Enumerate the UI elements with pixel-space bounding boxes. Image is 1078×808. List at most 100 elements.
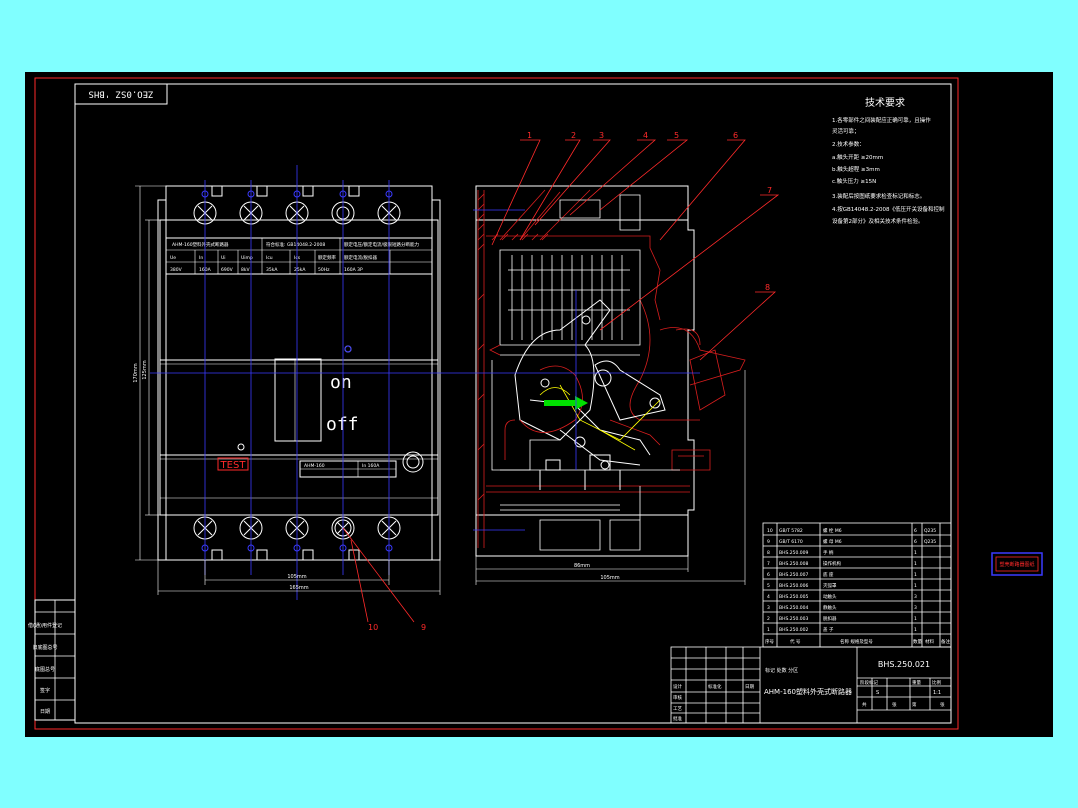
scale-label-weight: 重量 bbox=[912, 679, 921, 686]
bom-header-no: 序号 bbox=[765, 638, 774, 645]
dim-front-inner: 105mm bbox=[287, 574, 306, 580]
bom-cell: 1 bbox=[914, 572, 917, 578]
bom-cell: 5 bbox=[767, 583, 770, 589]
bom-cell: 1 bbox=[914, 583, 917, 589]
plate-r1-c2: In bbox=[199, 255, 203, 261]
bom-cell: 3 bbox=[914, 594, 917, 600]
rating-plate-2: In 160A bbox=[362, 463, 380, 469]
title-block-code: BHS.250.021 bbox=[878, 660, 930, 669]
title-label-process: 工艺 bbox=[673, 706, 682, 712]
dim-side-outer: 105mm bbox=[600, 575, 619, 581]
plate-header-2: 符合标准: GB14048.2-2008 bbox=[266, 241, 325, 248]
tech-req-line-5: b.触头超程 ≥3mm bbox=[832, 165, 880, 173]
dim-side-inner: 86mm bbox=[574, 563, 590, 569]
bom-cell: Q235 bbox=[924, 539, 936, 545]
bom-cell: 1 bbox=[914, 616, 917, 622]
plate-r2-c4: 8kV bbox=[241, 267, 250, 273]
bom-header-material: 材料 bbox=[925, 638, 934, 645]
plate-r2-c1: 380V bbox=[170, 267, 183, 273]
bom-cell: 3 bbox=[914, 605, 917, 611]
bom-header-code: 代 号 bbox=[790, 638, 801, 645]
bom-cell: BHS.250.008 bbox=[779, 561, 809, 567]
title-label-design: 设计 bbox=[673, 683, 682, 690]
bom-cell: 6 bbox=[767, 572, 770, 578]
title-label-date: 日期 bbox=[745, 684, 754, 690]
leader-label-8: 8 bbox=[765, 283, 770, 292]
leader-label-2: 2 bbox=[571, 131, 576, 140]
bom-header-name: 名称 规格及型号 bbox=[840, 638, 873, 645]
scale-label-ratio: 比例 bbox=[932, 679, 941, 686]
bom-cell: BHS.250.005 bbox=[779, 594, 809, 600]
stamp-text: 塑壳断路器图纸 bbox=[999, 561, 1034, 568]
left-strip-3: 底图总号 bbox=[35, 666, 55, 673]
bom-cell: 螺 栓 M6 bbox=[823, 527, 842, 534]
drawing-code-text: ZEO.0SZ 'BHS bbox=[88, 89, 153, 99]
left-strip-1: 借(通)用件登记 bbox=[28, 622, 62, 629]
bom-cell: 盖 子 bbox=[823, 626, 834, 633]
tech-req-line-8: 4.按GB14048.2-2008《低压开关设备和控制 bbox=[832, 205, 945, 213]
sheet-no-label: 第 bbox=[912, 701, 917, 708]
scale-value-stage: S bbox=[876, 690, 879, 696]
bom-cell: 10 bbox=[767, 528, 773, 534]
plate-header-3: 额定电压/额定电流/极限短路分断能力 bbox=[344, 241, 420, 248]
bom-cell: 3 bbox=[767, 605, 770, 611]
tech-req-line-2: 灵活可靠； bbox=[832, 127, 860, 135]
tech-req-line-1: 1.各零部件之间装配应正确可靠，且操作 bbox=[832, 116, 931, 124]
sheet-total-unit: 张 bbox=[892, 701, 897, 708]
left-strip-4: 签字 bbox=[40, 687, 50, 694]
bom-cell: BHS.250.006 bbox=[779, 583, 809, 589]
scale-value-ratio: 1:1 bbox=[933, 690, 941, 696]
leader-label-5: 5 bbox=[674, 131, 679, 140]
tech-req-line-7: 3.装配后按图纸要求检查标记和标志。 bbox=[832, 192, 925, 200]
on-label: on bbox=[330, 372, 352, 393]
leader-label-4: 4 bbox=[643, 131, 648, 140]
bom-cell: BHS.250.007 bbox=[779, 572, 809, 578]
tech-req-line-9: 设备第2部分》及相关技术条件检验。 bbox=[832, 217, 924, 225]
plate-r1-c6: Ics bbox=[294, 255, 301, 261]
plate-r1-c5: Icu bbox=[266, 255, 273, 261]
leader-label-9: 9 bbox=[421, 623, 426, 632]
title-label-standard: 标准化 bbox=[708, 683, 722, 690]
bom-cell: 4 bbox=[767, 594, 770, 600]
bom-cell: 手 柄 bbox=[823, 549, 834, 556]
plate-r1-c7: 额定频率 bbox=[318, 254, 336, 261]
title-block-material: 标记 处数 分区 bbox=[765, 667, 798, 674]
bom-cell: 2 bbox=[767, 616, 770, 622]
leader-label-10: 10 bbox=[368, 623, 378, 632]
sheet-no-unit: 张 bbox=[940, 701, 945, 708]
bom-cell: Q235 bbox=[924, 528, 936, 534]
tech-req-line-3: 2.技术参数： bbox=[832, 140, 865, 148]
left-strip-5: 日期 bbox=[40, 709, 50, 715]
tech-req-title: 技术要求 bbox=[865, 96, 905, 109]
title-label-approve: 批准 bbox=[673, 715, 682, 722]
plate-r2-c3: 690V bbox=[221, 267, 234, 273]
leader-label-1: 1 bbox=[527, 131, 532, 140]
bom-cell: BHS.250.009 bbox=[779, 550, 809, 556]
plate-r2-c5: 35kA bbox=[266, 267, 278, 273]
bom-cell: 底 座 bbox=[823, 571, 834, 578]
test-label: TEST bbox=[220, 460, 247, 471]
title-label-review: 审核 bbox=[673, 694, 682, 701]
leader-label-3: 3 bbox=[599, 131, 604, 140]
left-strip-2: 旧底图总号 bbox=[32, 644, 57, 651]
tech-req-line-4: a.触头开距 ≥20mm bbox=[832, 153, 883, 161]
bom-cell: 7 bbox=[767, 561, 770, 567]
bom-header-qty: 数量 bbox=[913, 638, 922, 645]
sheet-total-label: 共 bbox=[862, 701, 867, 708]
off-label: off bbox=[326, 414, 359, 435]
dim-front-height-outer: 170mm bbox=[133, 363, 139, 382]
bom-cell: 静触头 bbox=[823, 604, 837, 611]
title-block-name: AHM-160塑料外壳式断路器 bbox=[764, 687, 852, 696]
plate-r1-c8: 额定电流/脱扣器 bbox=[344, 254, 378, 261]
bom-cell: BHS.250.002 bbox=[779, 627, 809, 633]
leader-label-6: 6 bbox=[733, 131, 738, 140]
bom-cell: 1 bbox=[914, 561, 917, 567]
bom-cell: 6 bbox=[914, 528, 917, 534]
drawing-background bbox=[25, 72, 1053, 737]
plate-r1-c3: Ui bbox=[221, 255, 226, 261]
cad-drawing-canvas: ZEO.0SZ 'BHS 借(通)用件登记 旧底图总号 底图总号 签字 日期 A… bbox=[25, 72, 1053, 737]
leader-label-7: 7 bbox=[767, 186, 772, 195]
plate-r2-c6: 25kA bbox=[294, 267, 306, 273]
plate-r1-c1: Ue bbox=[170, 255, 176, 261]
rating-plate-1: AHM-160 bbox=[304, 463, 325, 469]
